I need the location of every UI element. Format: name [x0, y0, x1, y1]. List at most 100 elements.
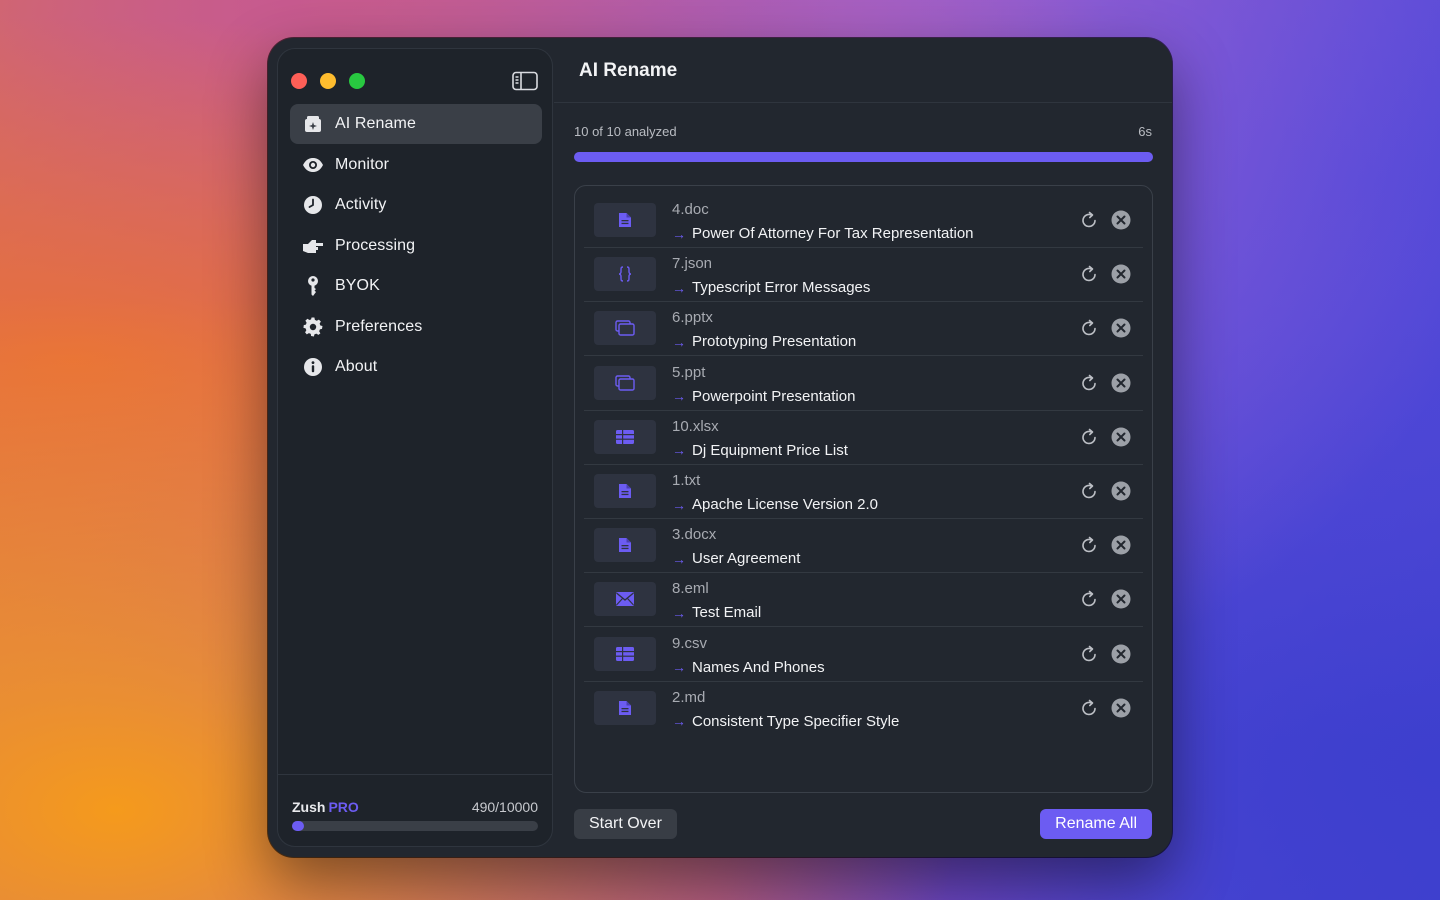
- retry-icon[interactable]: [1078, 588, 1100, 610]
- sidebar-item-byok[interactable]: BYOK: [290, 266, 542, 306]
- remove-icon[interactable]: [1110, 480, 1132, 502]
- remove-icon[interactable]: [1110, 209, 1132, 231]
- file-row: 7.json → Typescript Error Messages: [584, 248, 1143, 303]
- retry-icon[interactable]: [1078, 372, 1100, 394]
- suggested-filename-text: Prototyping Presentation: [692, 333, 857, 351]
- file-row: 5.ppt → Powerpoint Presentation: [584, 357, 1143, 411]
- slides-icon: [594, 311, 656, 346]
- file-row: 8.eml → Test Email: [584, 573, 1143, 628]
- arrow-right-icon: →: [672, 279, 686, 296]
- remove-icon[interactable]: [1110, 426, 1132, 448]
- file-list: 4.doc → Power Of Attorney For Tax Represen…: [574, 185, 1153, 793]
- original-filename: 3.docx: [672, 526, 717, 544]
- plan-name: Zush: [292, 799, 326, 815]
- info-icon: [302, 356, 324, 378]
- sidebar-item-label: Activity: [335, 196, 387, 213]
- suggested-filename-text: Dj Equipment Price List: [692, 441, 848, 459]
- plan-label: Zush PRO: [292, 799, 359, 815]
- progress-bar: [574, 152, 1153, 162]
- suggested-filename-text: Powerpoint Presentation: [692, 387, 856, 405]
- original-filename: 2.md: [672, 688, 706, 706]
- gear-icon: [302, 316, 324, 338]
- progress-time: 6s: [1138, 124, 1152, 139]
- sidebar-item-label: Preferences: [335, 317, 423, 335]
- sidebar-item-ai-rename[interactable]: AI Rename: [290, 104, 542, 144]
- suggested-filename: → Apache License Version 2.0: [672, 496, 878, 513]
- document-icon: [594, 203, 656, 237]
- remove-icon[interactable]: [1110, 534, 1132, 556]
- remove-icon[interactable]: [1110, 372, 1132, 394]
- remove-icon[interactable]: [1110, 697, 1132, 719]
- original-filename: 4.doc: [672, 201, 709, 218]
- document-icon: [594, 474, 656, 508]
- arrow-right-icon: →: [672, 442, 686, 459]
- suggested-filename-text: Power Of Attorney For Tax Representation: [692, 225, 974, 242]
- original-filename: 9.csv: [672, 634, 708, 652]
- original-filename: 5.ppt: [672, 363, 706, 381]
- suggested-filename: → Consistent Type Specifier Style: [672, 713, 899, 730]
- sidebar-toggle-icon[interactable]: [512, 71, 538, 91]
- suggested-filename-text: Names And Phones: [692, 658, 825, 676]
- document-icon: [594, 528, 656, 563]
- arrow-right-icon: →: [672, 225, 686, 242]
- plan-tier-badge: PRO: [328, 799, 359, 815]
- suggested-filename-text: User Agreement: [692, 550, 801, 568]
- remove-icon[interactable]: [1110, 588, 1132, 610]
- retry-icon[interactable]: [1078, 263, 1100, 285]
- retry-icon[interactable]: [1078, 209, 1100, 231]
- slides-icon: [594, 365, 656, 400]
- original-filename: 10.xlsx: [672, 417, 719, 435]
- start-over-button[interactable]: Start Over: [574, 809, 677, 839]
- zoom-window-button[interactable]: [349, 73, 365, 89]
- file-row: 3.docx → User Agreement: [584, 519, 1143, 574]
- minimize-window-button[interactable]: [320, 73, 336, 89]
- remove-icon[interactable]: [1110, 263, 1132, 285]
- usage-bar-fill: [292, 821, 305, 831]
- suggested-filename: → Powerpoint Presentation: [672, 388, 855, 405]
- suggested-filename-text: Consistent Type Specifier Style: [692, 712, 900, 730]
- suggested-filename: → User Agreement: [672, 550, 800, 567]
- arrow-right-icon: →: [672, 388, 686, 405]
- remove-icon[interactable]: [1110, 317, 1132, 339]
- arrow-right-icon: →: [672, 550, 686, 567]
- original-filename: 6.pptx: [672, 309, 713, 327]
- envelope-icon: [594, 582, 656, 617]
- retry-icon[interactable]: [1078, 643, 1100, 665]
- sidebar-item-monitor[interactable]: Monitor: [290, 145, 542, 185]
- file-row: 1.txt → Apache License Version 2.0: [584, 465, 1143, 519]
- sidebar-item-label: AI Rename: [335, 115, 416, 132]
- sidebar-item-preferences[interactable]: Preferences: [290, 307, 542, 347]
- file-row: 4.doc → Power Of Attorney For Tax Represen…: [584, 194, 1143, 248]
- rename-all-button[interactable]: Rename All: [1040, 809, 1152, 839]
- retry-icon[interactable]: [1078, 317, 1100, 339]
- hand-point-icon: [302, 235, 324, 257]
- retry-icon[interactable]: [1078, 426, 1100, 448]
- retry-icon[interactable]: [1078, 697, 1100, 719]
- sidebar-item-label: About: [335, 358, 378, 375]
- suggested-filename: → Dj Equipment Price List: [672, 442, 848, 459]
- progress-status: 10 of 10 analyzed: [574, 124, 677, 139]
- arrow-right-icon: →: [672, 496, 686, 513]
- remove-icon[interactable]: [1110, 643, 1132, 665]
- main-header: AI Rename: [554, 38, 1172, 103]
- retry-icon[interactable]: [1078, 534, 1100, 556]
- sidebar-item-label: BYOK: [335, 277, 380, 294]
- suggested-filename-text: Test Email: [692, 604, 762, 622]
- original-filename: 7.json: [672, 255, 713, 273]
- sidebar-item-processing[interactable]: Processing: [290, 226, 542, 266]
- close-window-button[interactable]: [291, 73, 307, 89]
- suggested-filename: → Power Of Attorney For Tax Representatio…: [672, 225, 974, 242]
- sidebar-item-label: Processing: [335, 236, 416, 254]
- sidebar-item-label: Monitor: [335, 155, 390, 173]
- file-row: 9.csv → Names And Phones: [584, 628, 1143, 682]
- suggested-filename-text: Typescript Error Messages: [692, 279, 871, 297]
- usage-count: 490/10000: [471, 799, 538, 815]
- retry-icon[interactable]: [1078, 480, 1100, 502]
- sidebar-item-activity[interactable]: Activity: [290, 185, 542, 225]
- eye-icon: [302, 154, 324, 176]
- sidebar-item-about[interactable]: About: [290, 347, 542, 387]
- file-row: 10.xlsx → Dj Equipment Price List: [584, 411, 1143, 465]
- suggested-filename: → Typescript Error Messages: [672, 279, 870, 296]
- original-filename: 8.eml: [672, 580, 709, 598]
- app-window: AI Rename Monitor Activity Processing BY…: [268, 38, 1172, 857]
